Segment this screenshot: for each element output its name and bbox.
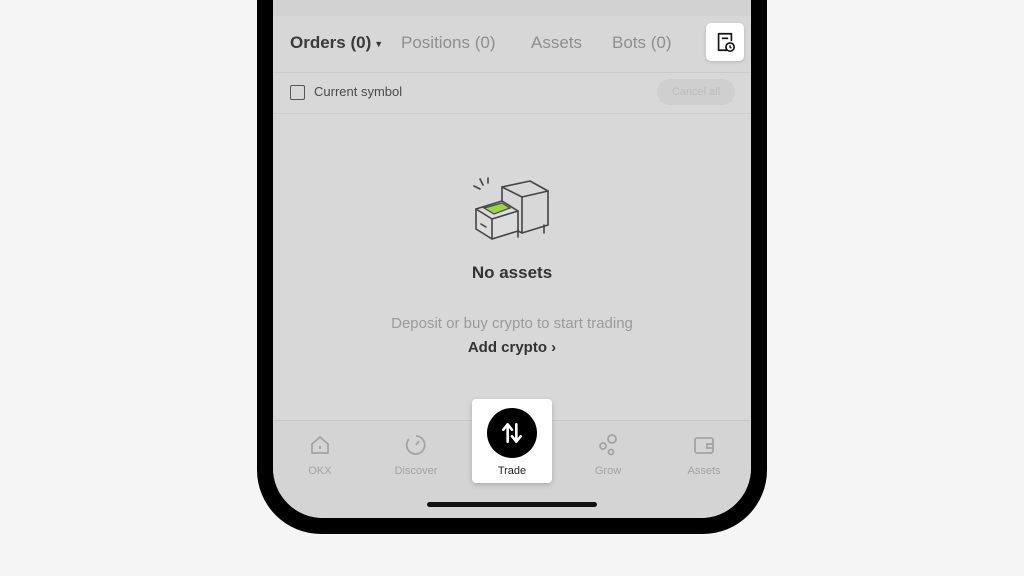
grow-icon — [599, 434, 617, 456]
current-symbol-checkbox[interactable] — [290, 85, 305, 100]
nav-grow-label: Grow — [594, 465, 622, 477]
discover-icon — [405, 435, 426, 455]
add-crypto-label: Add crypto — [467, 339, 547, 356]
top-strip — [273, 0, 751, 17]
empty-description: Deposit or buy crypto to start trading — [391, 315, 633, 332]
tab-orders-label: Orders (0) — [290, 33, 372, 52]
arrows-swap-icon — [502, 423, 522, 443]
history-clock-icon — [717, 32, 735, 52]
nav-assets[interactable]: Assets — [664, 421, 744, 481]
home-icon — [311, 436, 329, 454]
nav-discover-label: Discover — [394, 465, 438, 477]
nav-trade[interactable]: Trade — [472, 399, 552, 483]
chevron-right-icon: › — [551, 339, 557, 356]
empty-title: No assets — [471, 263, 553, 282]
tab-bots[interactable]: Bots (0) — [612, 33, 672, 53]
filter-bar: Current symbol Cancel all — [273, 73, 751, 114]
nav-grow[interactable]: Grow — [568, 421, 648, 481]
empty-drawer-icon — [473, 177, 549, 240]
nav-okx-label: OKX — [308, 465, 332, 477]
tab-assets[interactable]: Assets — [531, 33, 582, 53]
current-symbol-label: Current symbol — [314, 84, 403, 99]
tab-positions[interactable]: Positions (0) — [401, 33, 495, 53]
add-crypto-link[interactable]: Add crypto › — [273, 339, 751, 356]
trade-button-circle — [487, 408, 537, 458]
cancel-all-button[interactable]: Cancel all — [657, 79, 735, 105]
wallet-icon — [694, 437, 714, 454]
nav-discover[interactable]: Discover — [376, 421, 456, 481]
order-history-button[interactable] — [706, 23, 744, 61]
order-tabs: Orders (0) ▼ Positions (0) Assets Bots (0… — [273, 16, 751, 73]
nav-okx[interactable]: OKX — [280, 421, 360, 481]
caret-down-icon: ▼ — [374, 38, 384, 49]
tab-orders[interactable]: Orders (0) ▼ — [290, 33, 383, 53]
home-indicator — [427, 502, 597, 507]
nav-assets-label: Assets — [687, 465, 721, 477]
nav-trade-label: Trade — [497, 465, 527, 477]
